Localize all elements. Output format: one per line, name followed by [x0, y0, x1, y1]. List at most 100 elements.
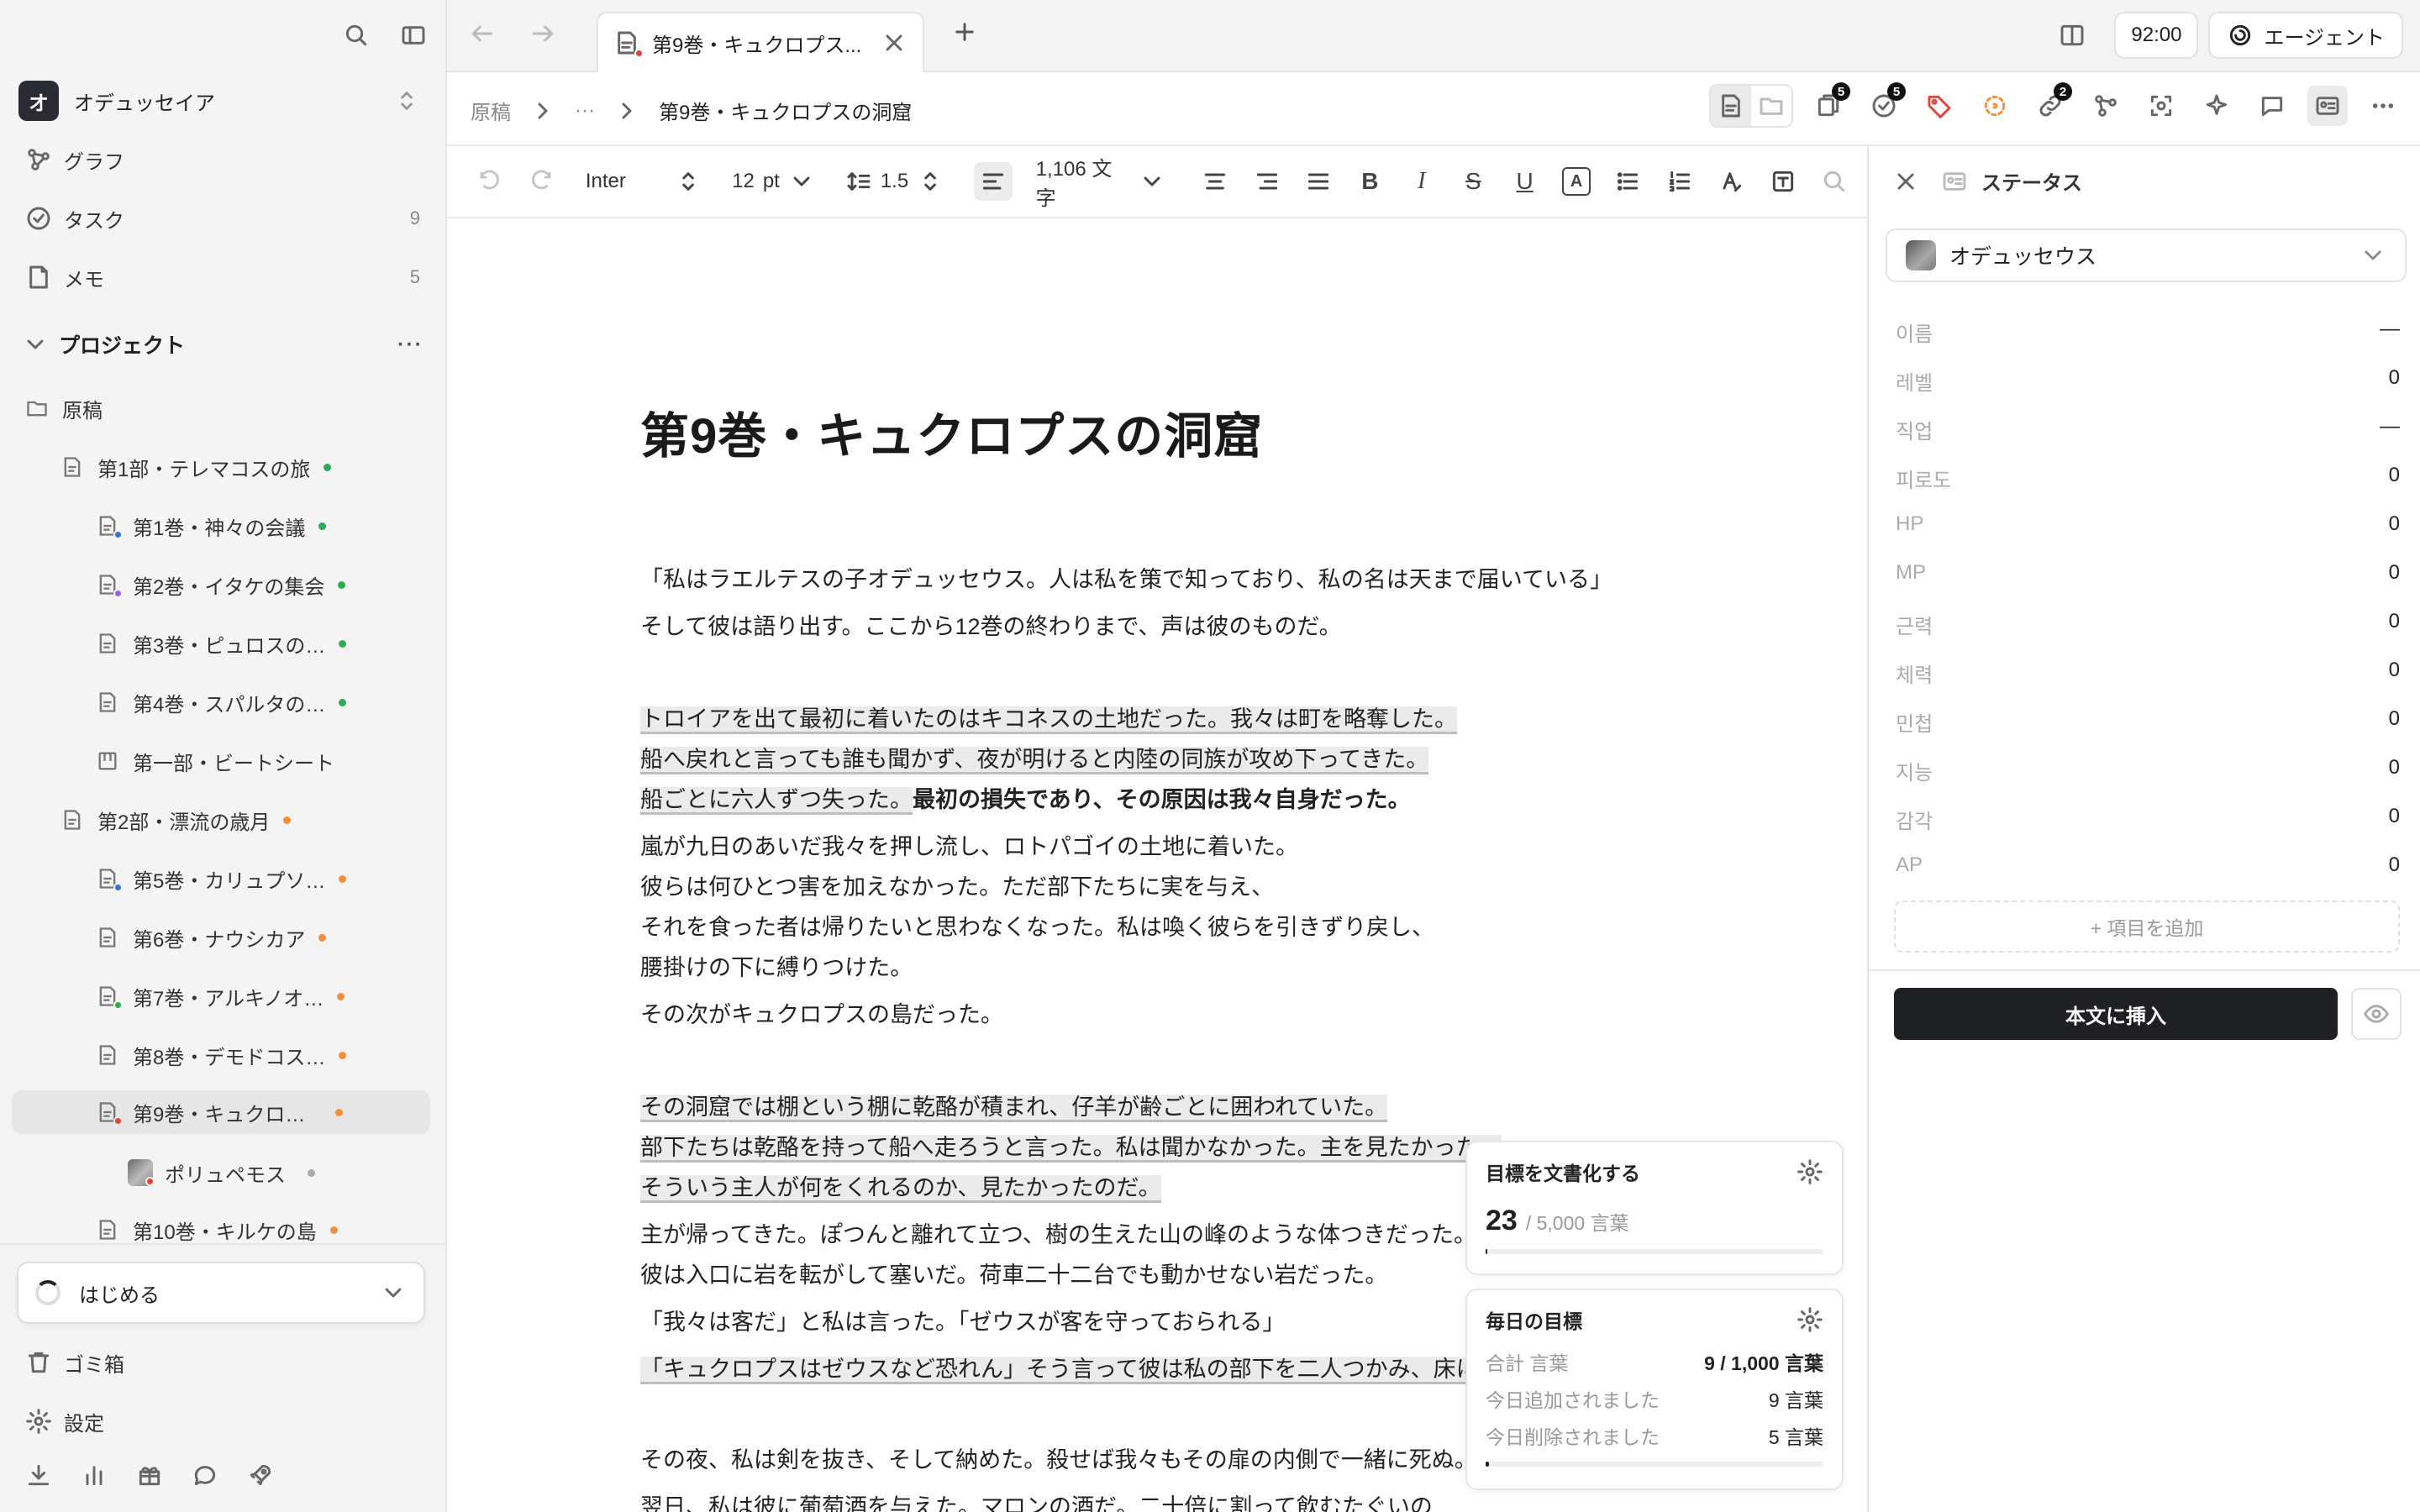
- search-icon[interactable]: [343, 22, 370, 49]
- tree-item[interactable]: 第3巻・ピュロスの…: [96, 622, 347, 665]
- graph-button[interactable]: [2086, 86, 2126, 126]
- align-right-button[interactable]: [1248, 162, 1286, 201]
- stat-row[interactable]: 레벨 0: [1896, 366, 2400, 396]
- nav-settings[interactable]: 設定: [25, 1401, 420, 1441]
- strikethrough-icon[interactable]: S: [1455, 162, 1492, 201]
- stat-row[interactable]: HP 0: [1896, 512, 2400, 536]
- font-family-select[interactable]: Inter: [586, 168, 702, 195]
- stat-row[interactable]: 근력 0: [1896, 610, 2400, 639]
- close-icon[interactable]: [1892, 168, 1919, 195]
- align-left-button[interactable]: [974, 162, 1013, 201]
- stat-row[interactable]: 직업 —: [1896, 415, 2400, 444]
- stat-row[interactable]: 이름 —: [1896, 318, 2400, 347]
- ai-button[interactable]: [2196, 86, 2237, 126]
- underline-icon[interactable]: U: [1506, 162, 1544, 201]
- tag-button[interactable]: [1919, 86, 1960, 126]
- close-icon[interactable]: [881, 29, 908, 56]
- tree-item-selected[interactable]: 第9巻・キュクロ…: [12, 1090, 430, 1134]
- rocket-icon[interactable]: [247, 1462, 274, 1488]
- tree-item[interactable]: 第一部・ビートシート: [96, 739, 334, 783]
- more-icon[interactable]: ···: [397, 333, 424, 357]
- stat-row[interactable]: 체력 0: [1896, 659, 2400, 688]
- stat-row[interactable]: 지능 0: [1896, 756, 2400, 785]
- add-item-button[interactable]: + 項目を追加: [1894, 900, 2400, 953]
- tree-label: 第5巻・カリュプソ…: [133, 869, 326, 893]
- nav-tasks[interactable]: タスク 9: [25, 198, 420, 239]
- status-card-button[interactable]: [2307, 86, 2348, 126]
- tree-item[interactable]: 第10巻・キルケの島: [96, 1208, 338, 1252]
- bold-icon[interactable]: B: [1351, 162, 1389, 201]
- new-tab-icon[interactable]: [951, 18, 978, 45]
- breadcrumb-root[interactable]: 原稿: [471, 96, 511, 125]
- project-section-header[interactable]: プロジェクト ···: [22, 329, 424, 360]
- daily-goal-card[interactable]: 毎日の目標 合計 言葉 9 / 1,000 言葉 今日追加されました 9 言葉 今日…: [1465, 1289, 1844, 1490]
- focus-button[interactable]: [2141, 86, 2181, 126]
- breadcrumb-ellipsis[interactable]: ···: [575, 99, 595, 123]
- undo-icon[interactable]: [471, 162, 508, 201]
- line-spacing-select[interactable]: 1.5: [845, 168, 944, 195]
- tree-item[interactable]: 第5巻・カリュプソ…: [96, 857, 347, 900]
- tree-item[interactable]: 第2部・漂流の歳月: [60, 798, 292, 842]
- tasks-button[interactable]: 5: [1864, 82, 1906, 126]
- notes-button[interactable]: 5: [1808, 82, 1850, 126]
- font-size-select[interactable]: 12 pt: [732, 168, 815, 195]
- agent-button[interactable]: エージェント: [2208, 12, 2403, 59]
- workspace-switcher[interactable]: オ オデュッセイア: [18, 81, 420, 121]
- character-select[interactable]: オデュッセウス: [1886, 228, 2407, 282]
- more-button[interactable]: [2363, 86, 2403, 126]
- tree-item[interactable]: 第2巻・イタケの集会: [96, 563, 346, 606]
- arrow-left-icon[interactable]: [469, 20, 496, 47]
- document-editor[interactable]: 第9巻・キュクロプスの洞窟 「私はラエルテスの子オデュッセウス。人は私を策で知っ…: [447, 220, 1867, 1512]
- bullet-list-button[interactable]: [1609, 162, 1647, 201]
- align-center-button[interactable]: [1196, 162, 1234, 201]
- download-icon[interactable]: [25, 1462, 52, 1488]
- arrow-right-icon[interactable]: [529, 20, 556, 47]
- tree-item[interactable]: 第8巻・デモドコス…: [96, 1033, 347, 1077]
- stat-row[interactable]: 피로도 0: [1896, 464, 2400, 493]
- text-color-button[interactable]: A: [1557, 162, 1595, 201]
- stat-row[interactable]: AP 0: [1896, 853, 2400, 877]
- tree-item[interactable]: 第1巻・神々の会議: [96, 504, 327, 548]
- status-dot: [283, 816, 292, 824]
- tree-item[interactable]: 第4巻・スパルタの…: [96, 680, 347, 724]
- gear-icon[interactable]: [1797, 1306, 1823, 1333]
- links-button[interactable]: 2: [2030, 82, 2072, 126]
- redo-icon[interactable]: [522, 162, 560, 201]
- tree-item[interactable]: 第7巻・アルキノオ…: [96, 974, 345, 1018]
- timer-display[interactable]: 92:00: [2114, 12, 2199, 59]
- nav-notes[interactable]: メモ 5: [25, 257, 420, 297]
- sidebar-toggle-icon[interactable]: [400, 22, 427, 49]
- chat-icon[interactable]: [192, 1462, 218, 1488]
- numbered-list-button[interactable]: [1660, 162, 1698, 201]
- find-button[interactable]: [1815, 162, 1853, 201]
- stats-icon[interactable]: [81, 1462, 108, 1488]
- tab-document[interactable]: 第9巻・キュクロプス...: [597, 12, 924, 72]
- stat-row[interactable]: MP 0: [1896, 561, 2400, 585]
- document-goal-card[interactable]: 目標を文書化する 23 / 5,000 言葉: [1465, 1141, 1844, 1275]
- italic-icon[interactable]: I: [1402, 162, 1440, 201]
- document-title[interactable]: 第9巻・キュクロプスの洞窟: [640, 396, 1263, 467]
- gear-icon[interactable]: [1797, 1158, 1823, 1185]
- clear-format-button[interactable]: [1712, 162, 1750, 201]
- get-started-dropdown[interactable]: はじめる: [17, 1262, 425, 1324]
- tree-item[interactable]: 第1部・テレマコスの旅: [60, 445, 332, 489]
- document-view-button[interactable]: [1711, 86, 1751, 126]
- comments-button[interactable]: [2252, 86, 2292, 126]
- paragraph-highlight: その洞窟では棚という棚に乾酪が積まれ、仔羊が齢ごとに囲われていた。: [640, 1087, 1388, 1127]
- text-box-button[interactable]: [1764, 162, 1802, 201]
- tree-item[interactable]: 第6巻・ナウシカア: [96, 916, 327, 959]
- nav-graph[interactable]: グラフ: [25, 139, 420, 180]
- status-button[interactable]: [1975, 86, 2015, 126]
- split-view-icon[interactable]: [2059, 22, 2086, 49]
- insert-into-text-button[interactable]: 本文に挿入: [1894, 988, 2338, 1040]
- stat-row[interactable]: 감각 0: [1896, 805, 2400, 834]
- nav-trash[interactable]: ゴミ箱: [25, 1342, 420, 1383]
- tree-item-character[interactable]: ポリュペモス: [128, 1151, 315, 1194]
- word-count-select[interactable]: 1,106 文字: [1036, 152, 1166, 211]
- stat-row[interactable]: 민첩 0: [1896, 707, 2400, 737]
- gift-icon[interactable]: [136, 1462, 163, 1488]
- preview-button[interactable]: [2351, 988, 2402, 1040]
- tree-folder-manuscript[interactable]: 原稿: [25, 386, 103, 430]
- folder-view-button[interactable]: [1751, 86, 1791, 126]
- justify-button[interactable]: [1299, 162, 1337, 201]
